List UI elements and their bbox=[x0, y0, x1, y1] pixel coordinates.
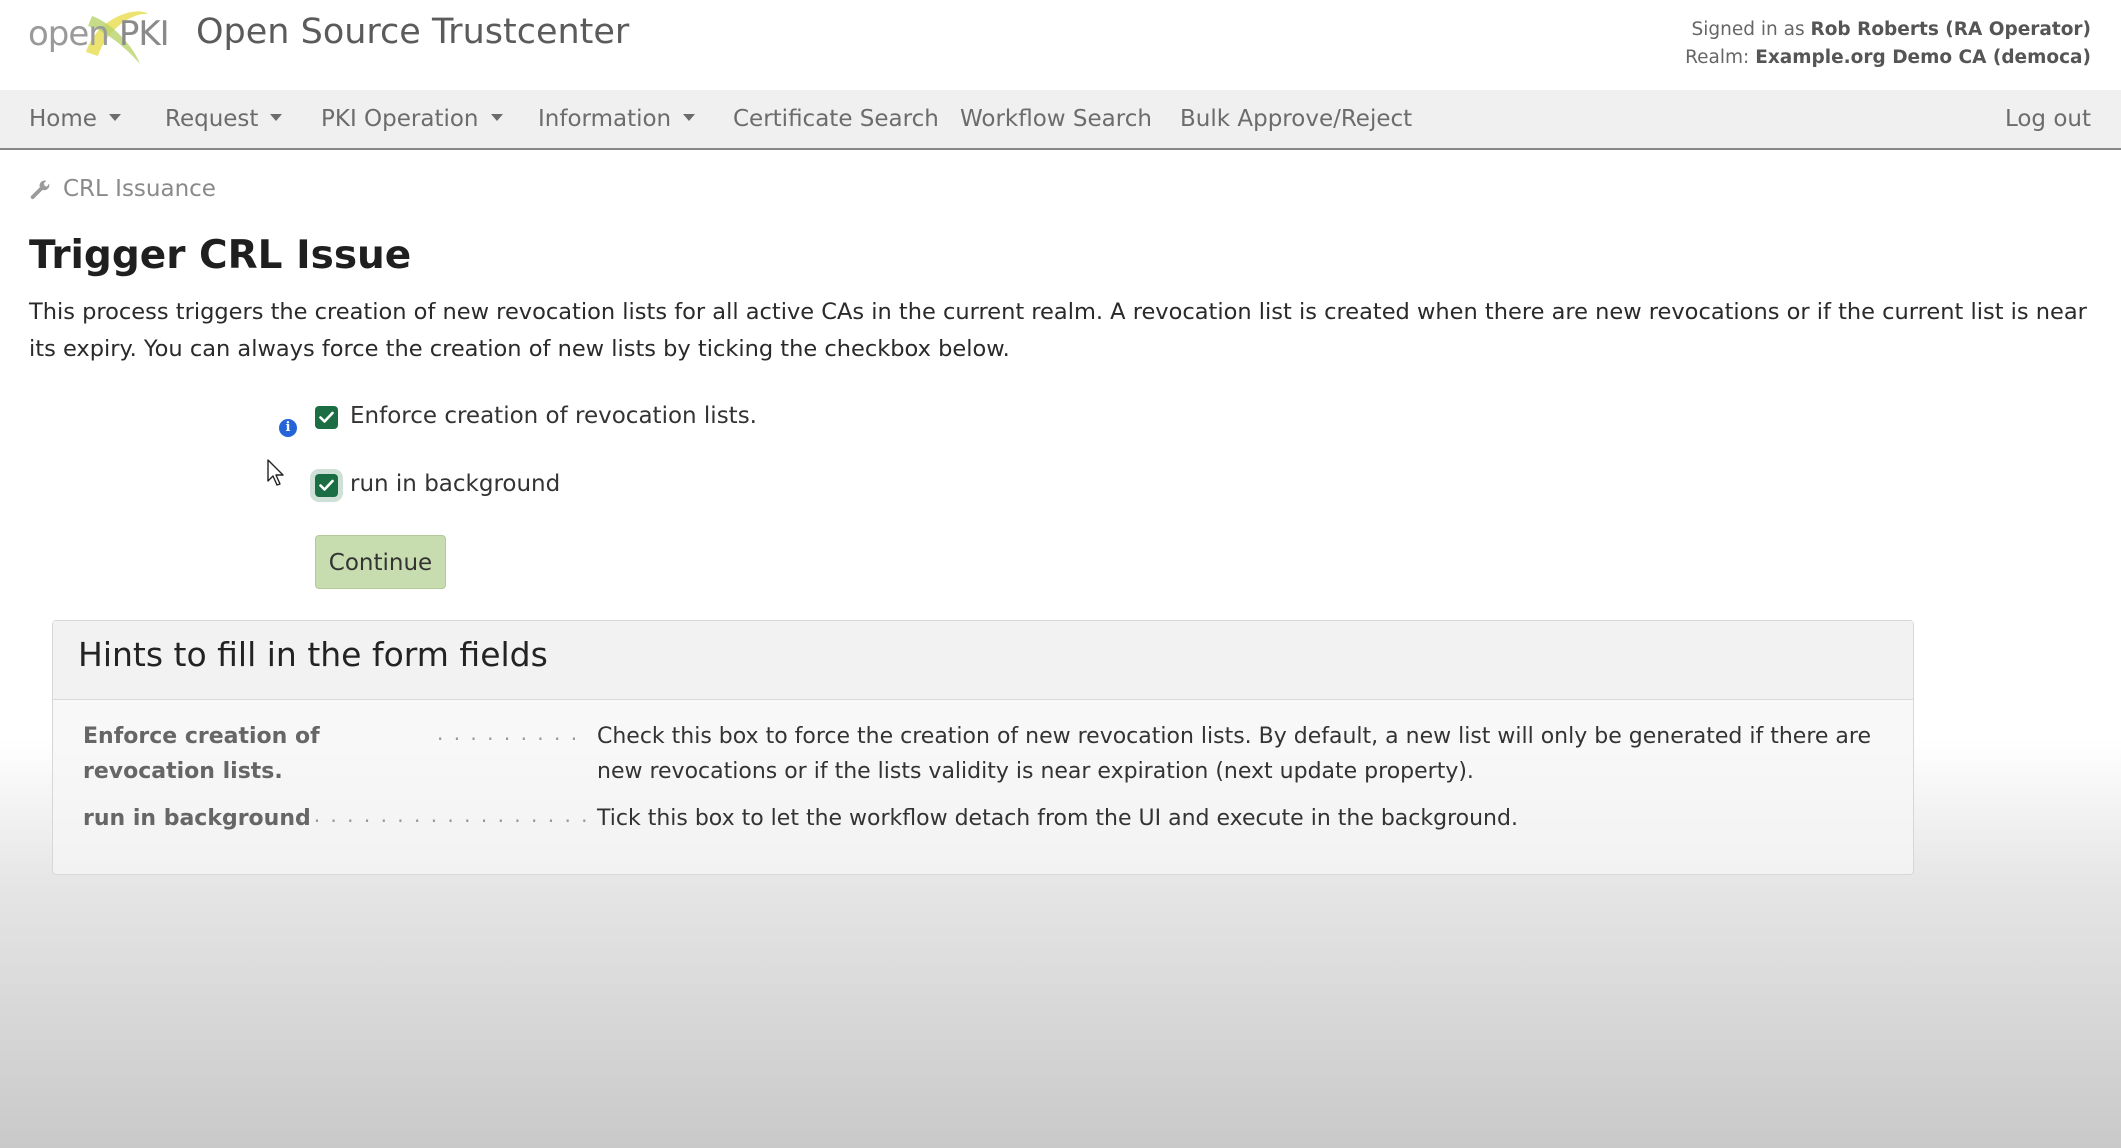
page-title: Trigger CRL Issue bbox=[29, 233, 412, 278]
chevron-down-icon bbox=[490, 114, 503, 121]
hint-definition-enforce: Check this box to force the creation of … bbox=[597, 724, 1871, 784]
run-in-background-checkbox[interactable] bbox=[315, 474, 338, 497]
enforce-label[interactable]: Enforce creation of revocation lists. bbox=[350, 403, 757, 429]
signed-in-prefix: Signed in as bbox=[1691, 19, 1805, 40]
checkmark-icon bbox=[319, 479, 334, 491]
mouse-cursor-icon bbox=[267, 459, 284, 486]
nav-pki-operation[interactable]: PKI Operation bbox=[321, 90, 503, 148]
breadcrumb-label: CRL Issuance bbox=[63, 176, 216, 202]
breadcrumb: CRL Issuance bbox=[29, 176, 216, 202]
nav-pki-operation-label: PKI Operation bbox=[321, 106, 479, 132]
nav-information[interactable]: Information bbox=[538, 90, 696, 148]
hint-term-enforce: Enforce creation of revocation lists. bbox=[83, 724, 320, 784]
run-in-background-label[interactable]: run in background bbox=[350, 471, 560, 497]
hint-leader-dots: . . . . . . . . . . . . . . . bbox=[437, 721, 587, 745]
hint-definition-background: Tick this box to let the workflow detach… bbox=[597, 806, 1518, 831]
nav-workflow-search[interactable]: Workflow Search bbox=[960, 90, 1152, 148]
realm-value: Example.org Demo CA (democa) bbox=[1755, 47, 2091, 68]
hint-term-background: run in background bbox=[83, 806, 311, 831]
chevron-down-icon bbox=[108, 114, 121, 121]
enforce-checkbox[interactable] bbox=[315, 406, 338, 429]
nav-request-label: Request bbox=[165, 106, 259, 132]
logo-text: open PKI bbox=[28, 14, 170, 54]
nav-information-label: Information bbox=[538, 106, 672, 132]
nav-request[interactable]: Request bbox=[165, 90, 283, 148]
info-icon[interactable]: i bbox=[279, 419, 297, 437]
hints-title: Hints to fill in the form fields bbox=[78, 635, 548, 674]
chevron-down-icon bbox=[683, 114, 696, 121]
user-info: Signed in as Rob Roberts (RA Operator) R… bbox=[1685, 16, 2091, 72]
nav-bulk-approve-reject[interactable]: Bulk Approve/Reject bbox=[1180, 90, 1412, 148]
hints-header: Hints to fill in the form fields bbox=[53, 621, 1913, 700]
main-navbar: Home Request PKI Operation Information C… bbox=[0, 90, 2121, 150]
nav-home-label: Home bbox=[29, 106, 97, 132]
openpki-logo[interactable]: open PKI bbox=[28, 6, 170, 68]
continue-button[interactable]: Continue bbox=[315, 535, 446, 589]
app-title: Open Source Trustcenter bbox=[196, 12, 630, 52]
nav-certificate-search[interactable]: Certificate Search bbox=[733, 90, 939, 148]
header: open PKI Open Source Trustcenter Signed i… bbox=[0, 0, 2121, 90]
page-description: This process triggers the creation of ne… bbox=[29, 299, 2087, 362]
hint-leader-dots: . . . . . . . . . . . . . . . . . . . . … bbox=[297, 803, 587, 827]
realm-prefix: Realm: bbox=[1685, 47, 1750, 68]
logout-link[interactable]: Log out bbox=[2005, 90, 2091, 148]
chevron-down-icon bbox=[270, 114, 283, 121]
checkmark-icon bbox=[319, 411, 334, 423]
nav-home[interactable]: Home bbox=[29, 90, 121, 148]
hints-panel: Hints to fill in the form fields Enforce… bbox=[52, 620, 1914, 875]
wrench-icon bbox=[30, 180, 50, 200]
signed-in-user: Rob Roberts (RA Operator) bbox=[1810, 19, 2091, 40]
